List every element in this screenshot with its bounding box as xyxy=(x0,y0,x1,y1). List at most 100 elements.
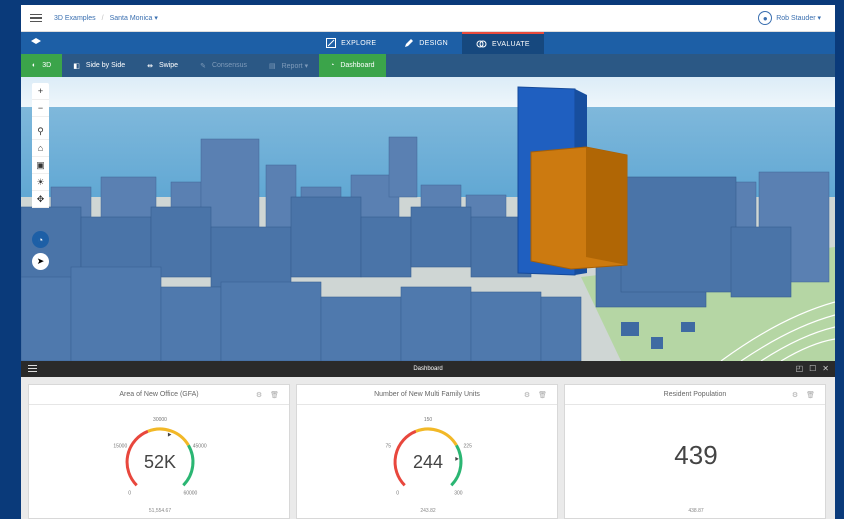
gauge: 0 15000 30000 45000 60000 52K xyxy=(29,405,291,519)
main-menu-icon[interactable] xyxy=(30,14,42,22)
toolbar-swipe-button[interactable]: ⇹ Swipe xyxy=(136,54,189,77)
avatar-icon: ● xyxy=(758,11,773,25)
gauge-arc-green xyxy=(182,444,195,487)
evaluate-icon xyxy=(476,40,487,48)
scene-view[interactable]: + − ⚲ ⌂ ▣ ☀ ✥ ◔ ➤ xyxy=(21,77,835,361)
report-icon: ▤ xyxy=(268,62,276,70)
card-footer-value: 51,554.67 xyxy=(148,508,172,514)
user-name: Rob Stauder ▾ xyxy=(776,15,821,22)
tab-design-label: DESIGN xyxy=(419,39,448,47)
gauge-value: 244 xyxy=(413,452,443,472)
toolbar-dashboard-label: Dashboard xyxy=(340,62,375,69)
breadcrumb-root[interactable]: 3D Examples xyxy=(54,15,96,22)
consensus-icon: ✎ xyxy=(200,62,206,70)
dashboard-icon: ◔ xyxy=(330,62,335,69)
tab-evaluate[interactable]: EVALUATE xyxy=(461,32,544,54)
close-icon[interactable]: ✕ xyxy=(822,364,829,373)
dashboard-panel: Area of New Office (GFA) ⚙ 🗑 0 15000 3000… xyxy=(21,377,835,519)
gauge-graphic: 0 15000 30000 45000 60000 52K xyxy=(113,417,207,496)
gauge-arc-yellow xyxy=(415,427,458,447)
zoom-in-button[interactable]: + xyxy=(32,83,49,100)
settings-icon[interactable]: ⚙ xyxy=(524,391,530,399)
tick-label: 75 xyxy=(386,444,392,450)
toolbar-swipe-label: Swipe xyxy=(159,62,179,69)
tick-label: 150 xyxy=(424,417,433,423)
compass-icon[interactable]: ➤ xyxy=(32,253,49,270)
card-footer-value: 243.82 xyxy=(420,508,436,514)
tab-design[interactable]: DESIGN xyxy=(390,32,462,54)
daylight-icon[interactable]: ☀ xyxy=(32,174,49,191)
breadcrumb-separator: / xyxy=(101,14,104,22)
card-header: Area of New Office (GFA) ⚙ 🗑 xyxy=(29,385,289,405)
settings-icon[interactable]: ⚙ xyxy=(256,391,262,399)
app-logo-icon[interactable] xyxy=(31,38,41,44)
gauge-pointer xyxy=(167,432,172,437)
swipe-icon: ⇹ xyxy=(147,62,153,70)
home-icon[interactable]: ⌂ xyxy=(32,140,49,157)
tab-explore[interactable]: EXPLORE xyxy=(312,32,390,54)
tick-label: 30000 xyxy=(153,417,167,423)
pencil-icon xyxy=(405,39,414,47)
toolbar-report-button[interactable]: ▤ Report ▾ xyxy=(258,54,319,77)
toolbar-dashboard-button[interactable]: ◔ Dashboard xyxy=(319,54,386,77)
search-icon[interactable]: ⚲ xyxy=(32,123,49,140)
basemap-icon[interactable]: ▣ xyxy=(32,157,49,174)
globe-icon: ◐ xyxy=(32,62,37,69)
top-bar: 3D Examples / Santa Monica ▾ ● Rob Staud… xyxy=(21,5,835,32)
toolbar-consensus-label: Consensus xyxy=(211,62,247,69)
card-office-gfa: Area of New Office (GFA) ⚙ 🗑 0 15000 3000… xyxy=(28,384,290,519)
card-resident-population: Resident Population ⚙ 🗑 439 438.87 xyxy=(564,384,826,519)
toolbar-report-label: Report ▾ xyxy=(281,62,309,70)
tab-evaluate-label: EVALUATE xyxy=(491,40,530,48)
user-menu[interactable]: ● Rob Stauder ▾ xyxy=(758,11,821,25)
breadcrumb-current[interactable]: Santa Monica ▾ xyxy=(110,14,158,22)
card-multifamily-units: Number of New Multi Family Units ⚙ 🗑 0 75… xyxy=(296,384,558,519)
tick-label: 0 xyxy=(128,490,131,496)
split-icon: ◧ xyxy=(73,62,80,70)
dashboard-window-controls: ◰ ☐ ✕ xyxy=(796,364,829,373)
maximize-icon[interactable]: ☐ xyxy=(809,364,816,373)
tab-explore-label: EXPLORE xyxy=(341,39,377,47)
trash-icon[interactable]: 🗑 xyxy=(806,391,815,399)
navigate-icon[interactable]: ✥ xyxy=(32,191,49,208)
gauge-pointer xyxy=(455,456,459,461)
toolbar-3d-button[interactable]: ◐ 3D xyxy=(21,54,63,77)
tick-label: 300 xyxy=(454,490,463,496)
card-title: Resident Population xyxy=(663,391,727,398)
gauge-graphic: 0 75 150 225 300 244 xyxy=(386,417,473,496)
settings-icon[interactable]: ⚙ xyxy=(792,391,798,399)
tick-label: 45000 xyxy=(193,444,207,450)
dashboard-toggle-icon[interactable]: ◔ xyxy=(32,231,49,248)
card-header: Resident Population ⚙ 🗑 xyxy=(565,385,825,405)
tick-label: 60000 xyxy=(183,490,197,496)
card-title: Number of New Multi Family Units xyxy=(374,391,480,398)
city-3d-render xyxy=(21,77,835,361)
app-window: 3D Examples / Santa Monica ▾ ● Rob Staud… xyxy=(21,5,835,519)
toolbar-side-by-side-button[interactable]: ◧ Side by Side xyxy=(62,54,136,77)
indicator-value: 439 xyxy=(674,440,718,470)
mode-nav: EXPLORE DESIGN EVALUATE xyxy=(21,32,835,54)
gauge-value: 52K xyxy=(144,452,176,472)
dashboard-menu-icon[interactable] xyxy=(28,365,37,372)
toolbar-3d-label: 3D xyxy=(42,62,52,69)
tick-label: 225 xyxy=(464,444,473,450)
zoom-out-button[interactable]: − xyxy=(32,100,49,117)
trash-icon[interactable]: 🗑 xyxy=(270,391,279,399)
map-tools: + − ⚲ ⌂ ▣ ☀ ✥ xyxy=(32,83,49,208)
evaluate-toolbar: ◐ 3D ◧ Side by Side ⇹ Swipe ✎ Consensus … xyxy=(21,54,835,77)
tick-label: 15000 xyxy=(113,444,127,450)
card-title: Area of New Office (GFA) xyxy=(119,391,199,398)
tick-label: 0 xyxy=(396,490,399,496)
gauge-arc-yellow xyxy=(147,427,190,447)
gauge: 0 75 150 225 300 244 xyxy=(297,405,559,519)
gauge-arc-green xyxy=(450,444,463,487)
restore-icon[interactable]: ◰ xyxy=(796,364,804,373)
toolbar-consensus-button[interactable]: ✎ Consensus xyxy=(189,54,258,77)
explore-icon xyxy=(326,38,337,48)
trash-icon[interactable]: 🗑 xyxy=(538,391,547,399)
card-header: Number of New Multi Family Units ⚙ 🗑 xyxy=(297,385,557,405)
card-footer-value: 438.87 xyxy=(688,508,704,514)
dashboard-title: Dashboard xyxy=(413,366,443,372)
dashboard-header: Dashboard ◰ ☐ ✕ xyxy=(21,361,835,377)
toolbar-side-by-side-label: Side by Side xyxy=(85,62,126,69)
